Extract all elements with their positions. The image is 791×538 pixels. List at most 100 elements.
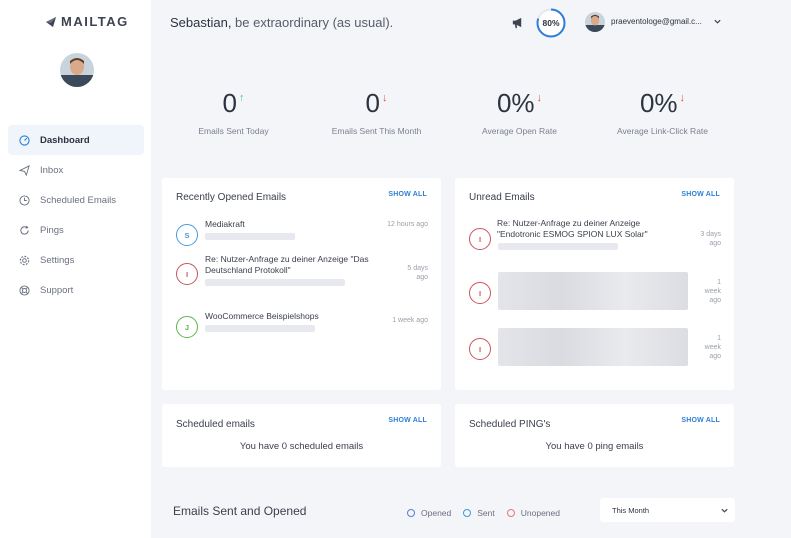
email-subject: Re: Nutzer-Anfrage zu deiner Anzeige "Da… xyxy=(205,254,369,275)
sidebar-item-label: Scheduled Emails xyxy=(40,194,117,206)
email-time: 5 days ago xyxy=(407,265,428,281)
show-all-unread-button[interactable]: SHOW ALL xyxy=(681,191,720,198)
greeting-message: be extraordinary (as usual). xyxy=(231,15,394,30)
legend-dot xyxy=(506,509,515,517)
chevron-down-icon[interactable] xyxy=(713,17,722,26)
show-all-recently-opened-button[interactable]: SHOW ALL xyxy=(388,191,427,198)
avatar-image xyxy=(60,53,94,87)
user-avatar[interactable] xyxy=(585,12,605,32)
stat-label: Emails Sent This Month xyxy=(331,126,422,136)
sidebar-item-scheduled-emails[interactable]: Scheduled Emails xyxy=(8,185,144,215)
list-item[interactable]: J WooCommerce Beispielshops 1 week ago xyxy=(176,311,428,347)
redacted-text xyxy=(205,325,315,332)
list-item[interactable]: I Re: Nutzer-Anfrage zu deiner Anzeige "… xyxy=(469,218,721,266)
redacted-email-content xyxy=(498,272,688,310)
legend-item-sent[interactable]: Sent xyxy=(463,508,495,518)
show-all-scheduled-emails-button[interactable]: SHOW ALL xyxy=(388,417,427,424)
stat-link-click-rate: 0% ↓ Average Link-Click Rate xyxy=(591,88,734,150)
section-title: Emails Sent and Opened xyxy=(173,504,307,518)
sidebar-item-inbox[interactable]: Inbox xyxy=(8,155,144,185)
legend-dot xyxy=(463,509,472,517)
card-title: Scheduled emails xyxy=(176,419,255,430)
period-select[interactable]: This Month xyxy=(600,498,735,522)
emails-chart-section: Emails Sent and Opened Opened Sent Unope… xyxy=(151,486,735,538)
scheduled-pings-card: Scheduled PING's SHOW ALL You have 0 pin… xyxy=(455,404,734,467)
sender-avatar: S xyxy=(176,224,198,246)
card-title: Recently Opened Emails xyxy=(176,192,287,203)
megaphone-icon[interactable] xyxy=(511,16,524,29)
stat-emails-sent-today: 0 ↑ Emails Sent Today xyxy=(162,88,305,150)
sidebar-item-pings[interactable]: Pings xyxy=(8,215,144,245)
logo-mark-icon xyxy=(46,16,56,27)
email-time: 12 hours ago xyxy=(387,221,428,228)
empty-state-text: You have 0 ping emails xyxy=(545,441,644,452)
greeting-name: Sebastian, xyxy=(170,15,232,30)
sidebar-item-settings[interactable]: Settings xyxy=(8,245,144,275)
legend-item-opened[interactable]: Opened xyxy=(407,508,451,518)
list-item[interactable]: I Re: Nutzer-Anfrage zu deiner Anzeige "… xyxy=(176,254,428,296)
sender-avatar: J xyxy=(176,316,198,338)
show-all-scheduled-pings-button[interactable]: SHOW ALL xyxy=(681,417,720,424)
sender-avatar: I xyxy=(469,338,491,360)
stat-open-rate: 0% ↓ Average Open Rate xyxy=(448,88,591,150)
stat-value: 0 xyxy=(222,88,237,118)
avatar[interactable] xyxy=(60,53,94,87)
logo-text: MAILTAG xyxy=(61,14,129,29)
recently-opened-card: Recently Opened Emails SHOW ALL S Mediak… xyxy=(162,178,441,390)
list-item[interactable]: I 1 week ago xyxy=(469,272,721,318)
user-email[interactable]: praeventologe@gmail.c... xyxy=(611,17,706,26)
greeting: Sebastian, be extraordinary (as usual). xyxy=(170,15,393,30)
lifebuoy-icon xyxy=(19,284,30,296)
stat-label: Average Open Rate xyxy=(482,126,557,136)
legend-item-unopened[interactable]: Unopened xyxy=(506,508,560,518)
profile-completion-value: 80% xyxy=(542,18,560,28)
sender-avatar: I xyxy=(469,282,491,304)
redacted-text xyxy=(205,279,345,286)
clock-icon xyxy=(19,194,30,206)
redacted-text xyxy=(498,243,618,250)
sidebar: MAILTAG Dashboard Inbox Scheduled Emails… xyxy=(0,0,151,538)
stat-emails-sent-month: 0 ↓ Emails Sent This Month xyxy=(305,88,448,150)
redacted-email-content xyxy=(498,328,688,366)
sidebar-item-dashboard[interactable]: Dashboard xyxy=(8,125,144,155)
user-avatar-image xyxy=(585,12,605,32)
sidebar-item-support[interactable]: Support xyxy=(8,275,144,305)
trend-up-icon: ↑ xyxy=(238,92,245,104)
top-header: Sebastian, be extraordinary (as usual). … xyxy=(151,0,735,46)
chevron-down-icon xyxy=(721,508,728,513)
stat-value: 0% xyxy=(639,88,678,118)
stat-value: 0 xyxy=(365,88,380,118)
trend-down-icon: ↓ xyxy=(381,92,388,104)
email-time: 3 days ago xyxy=(700,231,721,247)
list-item[interactable]: S Mediakraft 12 hours ago xyxy=(176,219,428,255)
legend-label: Sent xyxy=(477,508,495,518)
logo[interactable]: MAILTAG xyxy=(44,14,129,29)
email-time: 1 week ago xyxy=(704,335,721,360)
gear-icon xyxy=(19,255,30,266)
redacted-text xyxy=(205,233,295,240)
sidebar-item-label: Pings xyxy=(40,224,64,236)
legend-label: Opened xyxy=(421,508,452,518)
legend-label: Unopened xyxy=(520,508,560,518)
stats-row: 0 ↑ Emails Sent Today 0 ↓ Emails Sent This… xyxy=(162,88,734,150)
stat-label: Emails Sent Today xyxy=(198,126,269,136)
card-title: Unread Emails xyxy=(469,192,535,203)
email-time: 1 week ago xyxy=(704,279,721,304)
trend-down-icon: ↓ xyxy=(679,92,686,104)
list-item[interactable]: I 1 week ago xyxy=(469,328,721,374)
sidebar-nav: Dashboard Inbox Scheduled Emails Pings S… xyxy=(8,125,144,305)
empty-state-text: You have 0 scheduled emails xyxy=(239,441,364,452)
scheduled-emails-card: Scheduled emails SHOW ALL You have 0 sch… xyxy=(162,404,441,467)
sender-avatar: I xyxy=(176,263,198,285)
legend-dot xyxy=(407,509,415,517)
sidebar-item-label: Dashboard xyxy=(40,134,90,146)
card-title: Scheduled PING's xyxy=(469,419,551,430)
email-time: 1 week ago xyxy=(392,317,428,324)
email-subject: Re: Nutzer-Anfrage zu deiner Anzeige "En… xyxy=(497,218,648,239)
period-select-value: This Month xyxy=(612,505,650,515)
unread-emails-card: Unread Emails SHOW ALL I Re: Nutzer-Anfr… xyxy=(455,178,734,390)
email-subject: Mediakraft xyxy=(205,219,245,229)
profile-completion-ring[interactable]: 80% xyxy=(535,7,567,39)
chart-legend: Opened Sent Unopened xyxy=(407,508,560,518)
stat-label: Average Link-Click Rate xyxy=(616,126,709,136)
